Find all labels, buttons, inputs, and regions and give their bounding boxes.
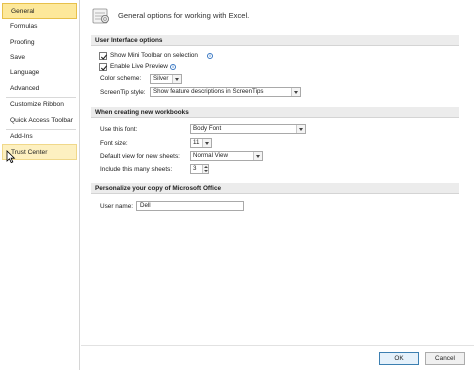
font-value: Body Font (193, 125, 222, 132)
screentip-style-value: Show feature descriptions in ScreenTips (153, 88, 264, 95)
section-header-new-workbooks: When creating new workbooks (91, 107, 459, 118)
info-icon: i (207, 53, 213, 59)
chevron-down-icon (172, 75, 181, 83)
page-title: General options for working with Excel. (118, 11, 250, 20)
sidebar-item-proofing[interactable]: Proofing (2, 35, 77, 51)
section-header-personalize: Personalize your copy of Microsoft Offic… (91, 183, 459, 194)
user-name-input[interactable]: Dell (136, 201, 244, 211)
sidebar-item-customize-ribbon[interactable]: Customize Ribbon (2, 97, 77, 113)
chevron-down-icon (291, 88, 300, 96)
ok-button[interactable]: OK (379, 352, 419, 365)
show-mini-toolbar-checkbox[interactable] (99, 52, 108, 60)
chevron-down-icon (296, 125, 305, 133)
chevron-down-icon (253, 152, 262, 160)
show-mini-toolbar-label: Show Mini Toolbar on selection (110, 52, 198, 59)
default-view-select[interactable]: Normal View (190, 151, 263, 161)
sidebar-item-advanced[interactable]: Advanced (2, 81, 77, 97)
use-this-font-label: Use this font: (100, 126, 138, 133)
color-scheme-label: Color scheme: (100, 75, 142, 82)
color-scheme-select[interactable]: Silver (150, 74, 182, 84)
font-select[interactable]: Body Font (190, 124, 306, 134)
sidebar-item-add-ins[interactable]: Add-Ins (2, 129, 77, 145)
font-size-select[interactable]: 11 (190, 138, 212, 148)
dialog-footer: OK Cancel (81, 345, 474, 370)
sidebar-item-save[interactable]: Save (2, 50, 77, 66)
enable-live-preview-label: Enable Live Preview (110, 63, 168, 70)
screentip-style-select[interactable]: Show feature descriptions in ScreenTips (150, 87, 301, 97)
color-scheme-value: Silver (153, 75, 169, 82)
options-sidebar: General Formulas Proofing Save Language … (0, 0, 80, 370)
chevron-up-icon (204, 166, 208, 168)
sidebar-item-language[interactable]: Language (2, 65, 77, 81)
user-name-label: User name: (100, 203, 134, 210)
enable-live-preview-checkbox[interactable] (99, 63, 108, 71)
stepper-buttons[interactable] (202, 165, 208, 173)
info-icon: i (170, 64, 176, 70)
sidebar-item-general[interactable]: General (2, 3, 77, 19)
chevron-down-icon (204, 170, 208, 172)
chevron-down-icon (202, 139, 211, 147)
sheet-count-value: 3 (193, 165, 197, 172)
cancel-button[interactable]: Cancel (425, 352, 465, 365)
screentip-style-label: ScreenTip style: (100, 89, 146, 96)
sheet-count-label: Include this many sheets: (100, 166, 173, 173)
sidebar-item-formulas[interactable]: Formulas (2, 19, 77, 35)
font-size-label: Font size: (100, 140, 128, 147)
sidebar-item-quick-access-toolbar[interactable]: Quick Access Toolbar (2, 113, 77, 129)
section-header-ui-options: User Interface options (91, 35, 459, 46)
mouse-pointer-icon (6, 150, 16, 164)
sheet-count-stepper[interactable]: 3 (190, 164, 209, 174)
font-size-value: 11 (193, 139, 200, 146)
options-icon (92, 8, 109, 24)
general-options-panel: General options for working with Excel. … (81, 0, 474, 345)
default-view-label: Default view for new sheets: (100, 153, 180, 160)
default-view-value: Normal View (193, 152, 228, 159)
